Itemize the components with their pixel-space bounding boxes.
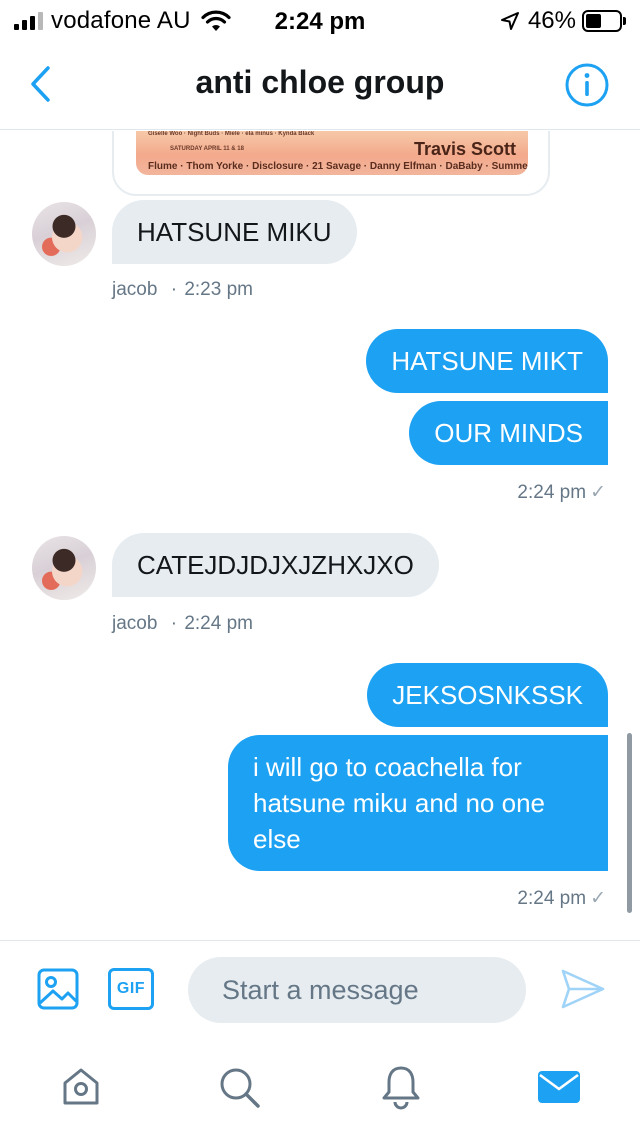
message-bubble-outgoing[interactable]: JEKSOSNKSSK (367, 663, 608, 727)
message-bubble-incoming[interactable]: CATEJDJDJXJZHXJXO (112, 533, 439, 597)
message-input[interactable] (188, 957, 526, 1023)
tab-notifications[interactable] (378, 1064, 424, 1110)
avatar[interactable] (32, 536, 96, 600)
shared-image-message[interactable]: Giselle Woo · Night Buds · Miele · ela m… (112, 131, 550, 196)
message-timestamp: 2:24 pm (517, 482, 587, 503)
conversation-header: anti chloe group (0, 42, 640, 130)
message-bubble-incoming[interactable]: HATSUNE MIKU (112, 200, 357, 264)
mail-icon (538, 1071, 580, 1103)
scrollbar[interactable] (627, 733, 632, 913)
image-icon[interactable] (36, 967, 80, 1011)
sent-check-icon: ✓ (590, 888, 606, 909)
compose-bar: GIF (0, 940, 640, 1036)
tab-messages[interactable] (536, 1064, 582, 1110)
status-bar-right: 46% (500, 7, 626, 34)
gif-button[interactable]: GIF (108, 968, 154, 1010)
bell-icon (382, 1066, 420, 1110)
tab-search[interactable] (216, 1064, 262, 1110)
meta-separator: · (170, 613, 178, 634)
message-meta: jacob · 2:23 pm (112, 279, 253, 301)
tab-home[interactable] (58, 1064, 104, 1110)
message-meta: jacob · 2:24 pm (112, 613, 253, 635)
bottom-tab-bar (0, 1036, 640, 1136)
poster-headliner: Travis Scott (413, 139, 516, 159)
status-bar: vodafone AU 2:24 pm 46% (0, 0, 640, 42)
message-timestamp: 2:23 pm (184, 279, 253, 300)
meta-separator: · (170, 279, 178, 300)
message-meta: 2:24 pm ✓ (517, 887, 606, 910)
battery-icon (582, 10, 626, 32)
message-timestamp: 2:24 pm (517, 888, 587, 909)
location-arrow-icon (500, 12, 519, 30)
search-icon (220, 1068, 260, 1108)
message-timestamp: 2:24 pm (184, 613, 253, 634)
message-bubble-outgoing[interactable]: OUR MINDS (409, 401, 608, 465)
message-list[interactable]: Giselle Woo · Night Buds · Miele · ela m… (0, 131, 640, 939)
home-icon (63, 1068, 99, 1105)
festival-poster-image[interactable]: Giselle Woo · Night Buds · Miele · ela m… (136, 131, 528, 175)
info-button[interactable] (564, 62, 610, 108)
avatar[interactable] (32, 202, 96, 266)
poster-date: SATURDAY APRIL 11 & 18 (170, 146, 244, 152)
sender-name: jacob (112, 279, 158, 300)
battery-level (586, 14, 601, 28)
sent-check-icon: ✓ (590, 482, 606, 503)
poster-lineup: Flume · Thom Yorke · Disclosure · 21 Sav… (148, 161, 528, 172)
message-meta: 2:24 pm ✓ (517, 481, 606, 504)
message-bubble-outgoing[interactable]: i will go to coachella for hatsune miku … (228, 735, 608, 871)
sender-name: jacob (112, 613, 158, 634)
poster-text-row: Giselle Woo · Night Buds · Miele · ela m… (148, 131, 315, 137)
send-icon[interactable] (560, 968, 606, 1010)
message-bubble-outgoing[interactable]: HATSUNE MIKT (366, 329, 608, 393)
battery-percentage: 46% (527, 7, 576, 34)
conversation-title: anti chloe group (195, 64, 445, 100)
